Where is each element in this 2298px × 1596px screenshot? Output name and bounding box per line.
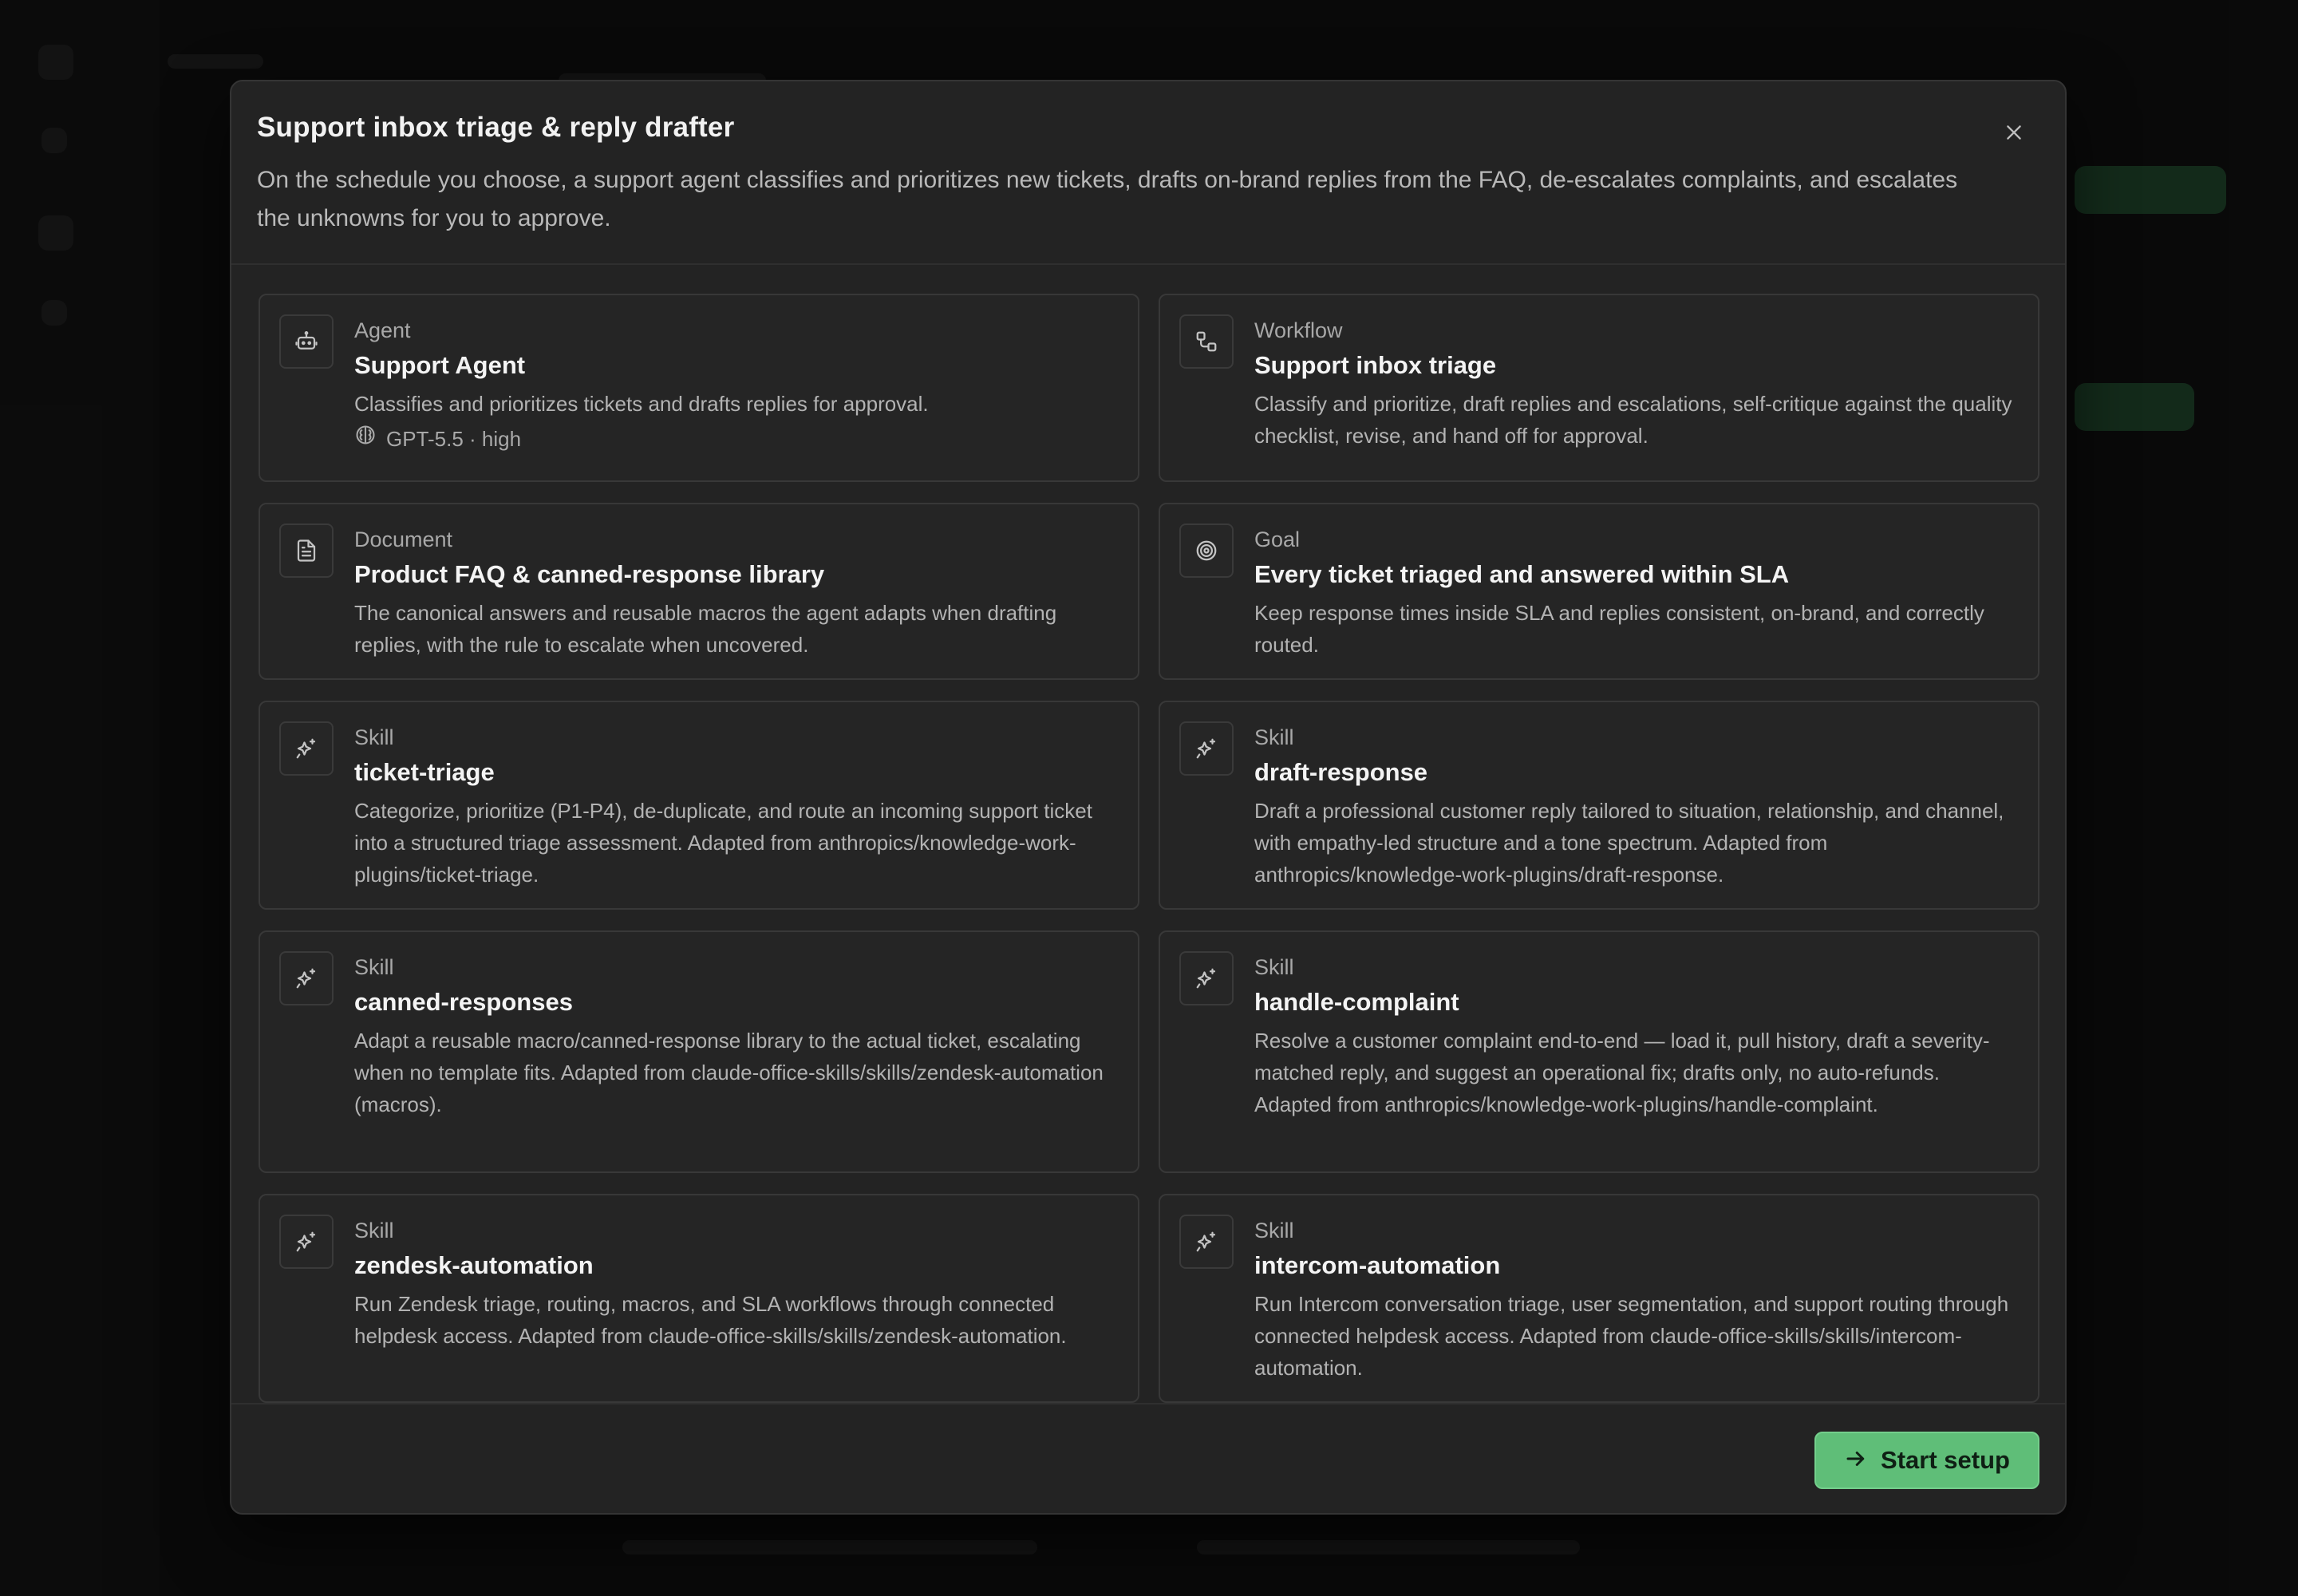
card-title: zendesk-automation bbox=[354, 1251, 594, 1279]
dialog-footer: Start setup bbox=[231, 1403, 2065, 1513]
sparkle-icon bbox=[1179, 721, 1234, 776]
card-skill-ticket-triage[interactable]: Skill ticket-triage Categorize, prioriti… bbox=[259, 701, 1139, 910]
card-kind: Skill bbox=[1254, 955, 1294, 979]
card-description: Categorize, prioritize (P1-P4), de-dupli… bbox=[354, 799, 1092, 887]
card-description: Draft a professional customer reply tail… bbox=[1254, 799, 2004, 887]
card-description: Adapt a reusable macro/canned-response l… bbox=[354, 1029, 1104, 1116]
card-description: Run Zendesk triage, routing, macros, and… bbox=[354, 1292, 1067, 1348]
card-title: handle-complaint bbox=[1254, 988, 1459, 1016]
card-kind: Skill bbox=[1254, 1219, 1294, 1242]
card-kind: Skill bbox=[354, 955, 394, 979]
card-title: Support Agent bbox=[354, 351, 526, 379]
card-title: draft-response bbox=[1254, 758, 1428, 786]
card-product-faq[interactable]: Document Product FAQ & canned-response l… bbox=[259, 503, 1139, 680]
card-kind: Workflow bbox=[1254, 318, 1343, 342]
card-kind: Goal bbox=[1254, 527, 1301, 551]
card-skill-canned-responses[interactable]: Skill canned-responses Adapt a reusable … bbox=[259, 930, 1139, 1173]
card-description: Classify and prioritize, draft replies a… bbox=[1254, 392, 2012, 448]
card-skill-handle-complaint[interactable]: Skill handle-complaint Resolve a custome… bbox=[1159, 930, 2039, 1173]
sparkle-icon bbox=[279, 1215, 334, 1269]
document-icon bbox=[279, 523, 334, 578]
target-icon bbox=[1179, 523, 1234, 578]
card-description: The canonical answers and reusable macro… bbox=[354, 601, 1057, 657]
card-support-agent[interactable]: Agent Support Agent Classifies and prior… bbox=[259, 294, 1139, 482]
card-kind: Document bbox=[354, 527, 453, 551]
model-label: GPT-5.5 · high bbox=[386, 427, 522, 451]
workflow-icon bbox=[1179, 314, 1234, 369]
sparkle-icon bbox=[1179, 951, 1234, 1005]
card-title: canned-responses bbox=[354, 988, 573, 1016]
card-support-inbox-triage[interactable]: Workflow Support inbox triage Classify a… bbox=[1159, 294, 2039, 482]
robot-icon bbox=[279, 314, 334, 369]
card-description: Run Intercom conversation triage, user s… bbox=[1254, 1292, 2009, 1380]
card-description: Keep response times inside SLA and repli… bbox=[1254, 601, 1984, 657]
component-grid: Agent Support Agent Classifies and prior… bbox=[259, 294, 2039, 1486]
model-badge: GPT-5.5 · high bbox=[354, 423, 1117, 455]
card-kind: Skill bbox=[1254, 725, 1294, 749]
card-title: Support inbox triage bbox=[1254, 351, 1497, 379]
dialog-title: Support inbox triage & reply drafter bbox=[257, 112, 735, 143]
card-description: Classifies and prioritizes tickets and d… bbox=[354, 392, 929, 416]
sparkle-icon bbox=[279, 951, 334, 1005]
card-kind: Skill bbox=[354, 1219, 394, 1242]
card-skill-zendesk-automation[interactable]: Skill zendesk-automation Run Zendesk tri… bbox=[259, 1194, 1139, 1403]
card-skill-intercom-automation[interactable]: Skill intercom-automation Run Intercom c… bbox=[1159, 1194, 2039, 1403]
card-skill-draft-response[interactable]: Skill draft-response Draft a professiona… bbox=[1159, 701, 2039, 910]
close-icon bbox=[2004, 122, 2024, 147]
dialog-description: On the schedule you choose, a support ag… bbox=[257, 167, 1958, 231]
card-title: intercom-automation bbox=[1254, 1251, 1501, 1279]
sparkle-icon bbox=[1179, 1215, 1234, 1269]
template-dialog: Support inbox triage & reply drafter On … bbox=[230, 80, 2067, 1515]
card-description: Resolve a customer complaint end-to-end … bbox=[1254, 1029, 1990, 1116]
brain-icon bbox=[354, 423, 377, 455]
close-button[interactable] bbox=[1995, 115, 2033, 153]
card-title: ticket-triage bbox=[354, 758, 495, 786]
dialog-header: Support inbox triage & reply drafter On … bbox=[231, 81, 2065, 265]
start-setup-button[interactable]: Start setup bbox=[1814, 1432, 2039, 1489]
card-title: Every ticket triaged and answered within… bbox=[1254, 560, 1790, 588]
start-setup-label: Start setup bbox=[1881, 1446, 2010, 1474]
arrow-right-icon bbox=[1844, 1447, 1868, 1475]
sparkle-icon bbox=[279, 721, 334, 776]
card-kind: Skill bbox=[354, 725, 394, 749]
card-title: Product FAQ & canned-response library bbox=[354, 560, 825, 588]
card-sla-goal[interactable]: Goal Every ticket triaged and answered w… bbox=[1159, 503, 2039, 680]
card-kind: Agent bbox=[354, 318, 411, 342]
